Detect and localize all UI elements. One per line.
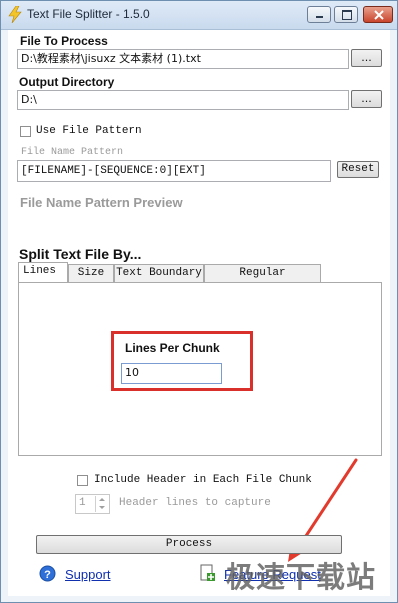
minimize-icon (316, 16, 323, 18)
close-icon (374, 10, 384, 20)
svg-text:?: ? (44, 569, 51, 581)
minimize-button[interactable] (307, 6, 331, 23)
maximize-button[interactable] (334, 6, 358, 23)
use-file-pattern-checkbox[interactable] (20, 126, 31, 137)
output-directory-input[interactable]: D:\ (17, 90, 349, 110)
file-to-process-label: File To Process (20, 34, 108, 48)
tab-regular-expression[interactable]: Regular Expression (204, 264, 321, 295)
browse-file-button[interactable]: ... (351, 49, 382, 67)
stepper-down-icon[interactable] (95, 504, 109, 512)
header-lines-value: 1 (79, 497, 86, 509)
browse-directory-button[interactable]: ... (351, 90, 382, 108)
include-header-checkbox[interactable] (77, 475, 88, 486)
stepper-up-icon[interactable] (95, 496, 109, 504)
feature-request-icon[interactable] (199, 564, 216, 582)
file-name-pattern-preview: File Name Pattern Preview (20, 195, 183, 210)
tab-size[interactable]: Size (68, 264, 114, 282)
window-title: Text File Splitter - 1.5.0 (27, 7, 150, 21)
tab-text-boundary[interactable]: Text Boundary (114, 264, 204, 282)
split-section-heading: Split Text File By... (19, 246, 142, 262)
lines-tab-panel: Lines Per Chunk 10 (18, 282, 382, 456)
output-directory-label: Output Directory (19, 75, 115, 89)
process-button[interactable]: Process (36, 535, 342, 554)
close-button[interactable] (363, 6, 393, 23)
tab-lines[interactable]: Lines (18, 262, 68, 282)
help-icon[interactable]: ? (39, 565, 56, 582)
client-area: File To Process D:\教程素材\jisuxz 文本素材 (1).… (8, 30, 390, 596)
reset-button[interactable]: Reset (337, 161, 379, 178)
lightning-icon (8, 6, 22, 23)
file-name-pattern-label: File Name Pattern (21, 147, 124, 158)
support-link[interactable]: Support (65, 567, 111, 582)
title-bar[interactable]: Text File Splitter - 1.5.0 (1, 1, 397, 30)
header-lines-stepper[interactable]: 1 (75, 494, 110, 514)
lines-per-chunk-input[interactable]: 10 (121, 363, 222, 384)
file-to-process-input[interactable]: D:\教程素材\jisuxz 文本素材 (1).txt (17, 49, 349, 69)
maximize-icon (342, 10, 352, 20)
app-window: Text File Splitter - 1.5.0 File To Proce… (0, 0, 398, 603)
file-name-pattern-input[interactable]: [FILENAME]-[SEQUENCE:0][EXT] (17, 160, 331, 182)
use-file-pattern-label: Use File Pattern (36, 125, 142, 137)
header-lines-label: Header lines to capture (119, 497, 271, 509)
lines-per-chunk-label: Lines Per Chunk (125, 341, 220, 355)
watermark-text: 极速下载站 (226, 560, 377, 594)
